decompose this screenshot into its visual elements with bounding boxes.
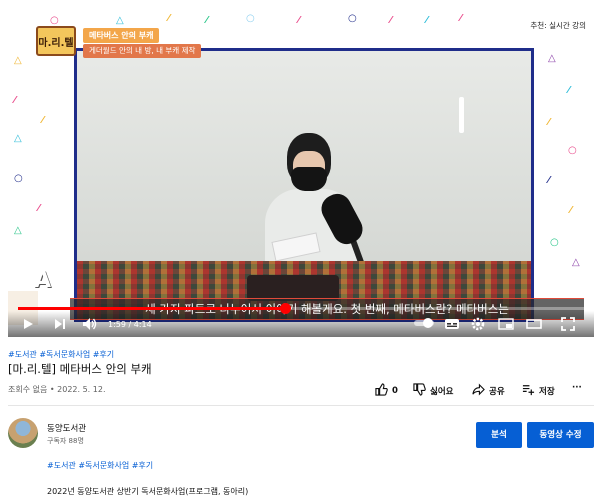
- progress-fill: [18, 307, 285, 310]
- autoplay-toggle-icon[interactable]: [412, 317, 436, 333]
- more-icon: ···: [572, 383, 582, 393]
- dislike-label: 싫어요: [430, 387, 454, 397]
- time-display: 1:59 / 4:14: [108, 320, 152, 329]
- show-logo: 마.리.텔: [36, 26, 76, 56]
- description-hashtags[interactable]: #도서관 #독서문화사업 #후기: [47, 460, 153, 471]
- save-button[interactable]: 저장: [522, 383, 555, 399]
- recommendation-label[interactable]: 추천: 실시간 강의: [530, 20, 586, 31]
- show-subbadge: 게더월드 안의 내 방, 내 부캐 제작: [83, 44, 202, 58]
- subscriber-count: 구독자 88명: [47, 437, 84, 445]
- miniplayer-icon[interactable]: [498, 317, 514, 333]
- share-icon: [472, 383, 485, 399]
- progress-bar[interactable]: [18, 303, 584, 314]
- edit-video-button[interactable]: 동영상 수정: [527, 422, 594, 448]
- share-button[interactable]: 공유: [472, 383, 505, 399]
- light-stand: [459, 97, 464, 133]
- video-hashtags[interactable]: #도서관 #독서문화사업 #후기: [8, 349, 114, 360]
- theater-icon[interactable]: [526, 317, 542, 333]
- show-badge: 메타버스 안의 부캐: [83, 28, 160, 43]
- fullscreen-icon[interactable]: [560, 317, 576, 333]
- like-button[interactable]: 0: [375, 383, 398, 399]
- description-text: 2022년 동양도서관 상반기 독서문화사업(프로그램, 동아리): [47, 487, 249, 496]
- settings-icon[interactable]: [470, 317, 486, 333]
- more-actions-button[interactable]: ···: [572, 383, 582, 393]
- next-icon[interactable]: [52, 317, 68, 333]
- volume-icon[interactable]: [82, 317, 98, 333]
- channel-avatar[interactable]: [8, 418, 38, 448]
- speaker-mask: [291, 167, 327, 191]
- watermark: oPMO: [521, 40, 554, 51]
- play-icon[interactable]: [20, 317, 36, 333]
- share-label: 공유: [489, 387, 505, 397]
- analytics-button[interactable]: 분석: [476, 422, 522, 448]
- player-controls: 1:59 / 4:14: [8, 303, 594, 337]
- youtube-watch-page: ○ △ ⁄ ⁄ ○ ⁄ ○ ⁄ ⁄ ⁄ △ ⁄ △ ○ ⁄ △ ⁄ △ ⁄ ⁄ …: [0, 0, 600, 499]
- video-title: [마.리.텔] 메타버스 안의 부캐: [8, 362, 152, 376]
- caption-letter: A: [34, 268, 52, 293]
- divider: [8, 405, 594, 406]
- thumbs-down-icon: [413, 383, 426, 399]
- subtitles-icon[interactable]: [444, 317, 460, 333]
- channel-name[interactable]: 동양도서관: [47, 422, 86, 434]
- video-player[interactable]: ○ △ ⁄ ⁄ ○ ⁄ ○ ⁄ ⁄ ⁄ △ ⁄ △ ○ ⁄ △ ⁄ △ ⁄ ⁄ …: [8, 6, 594, 337]
- dislike-button[interactable]: 싫어요: [413, 383, 453, 399]
- like-count: 0: [392, 386, 398, 396]
- save-label: 저장: [539, 387, 555, 397]
- playlist-add-icon: [522, 383, 535, 399]
- thumbs-up-icon: [375, 383, 388, 399]
- video-meta: 조회수 없음 • 2022. 5. 12.: [8, 385, 106, 394]
- video-frame: [74, 48, 534, 322]
- progress-scrubber[interactable]: [279, 303, 291, 314]
